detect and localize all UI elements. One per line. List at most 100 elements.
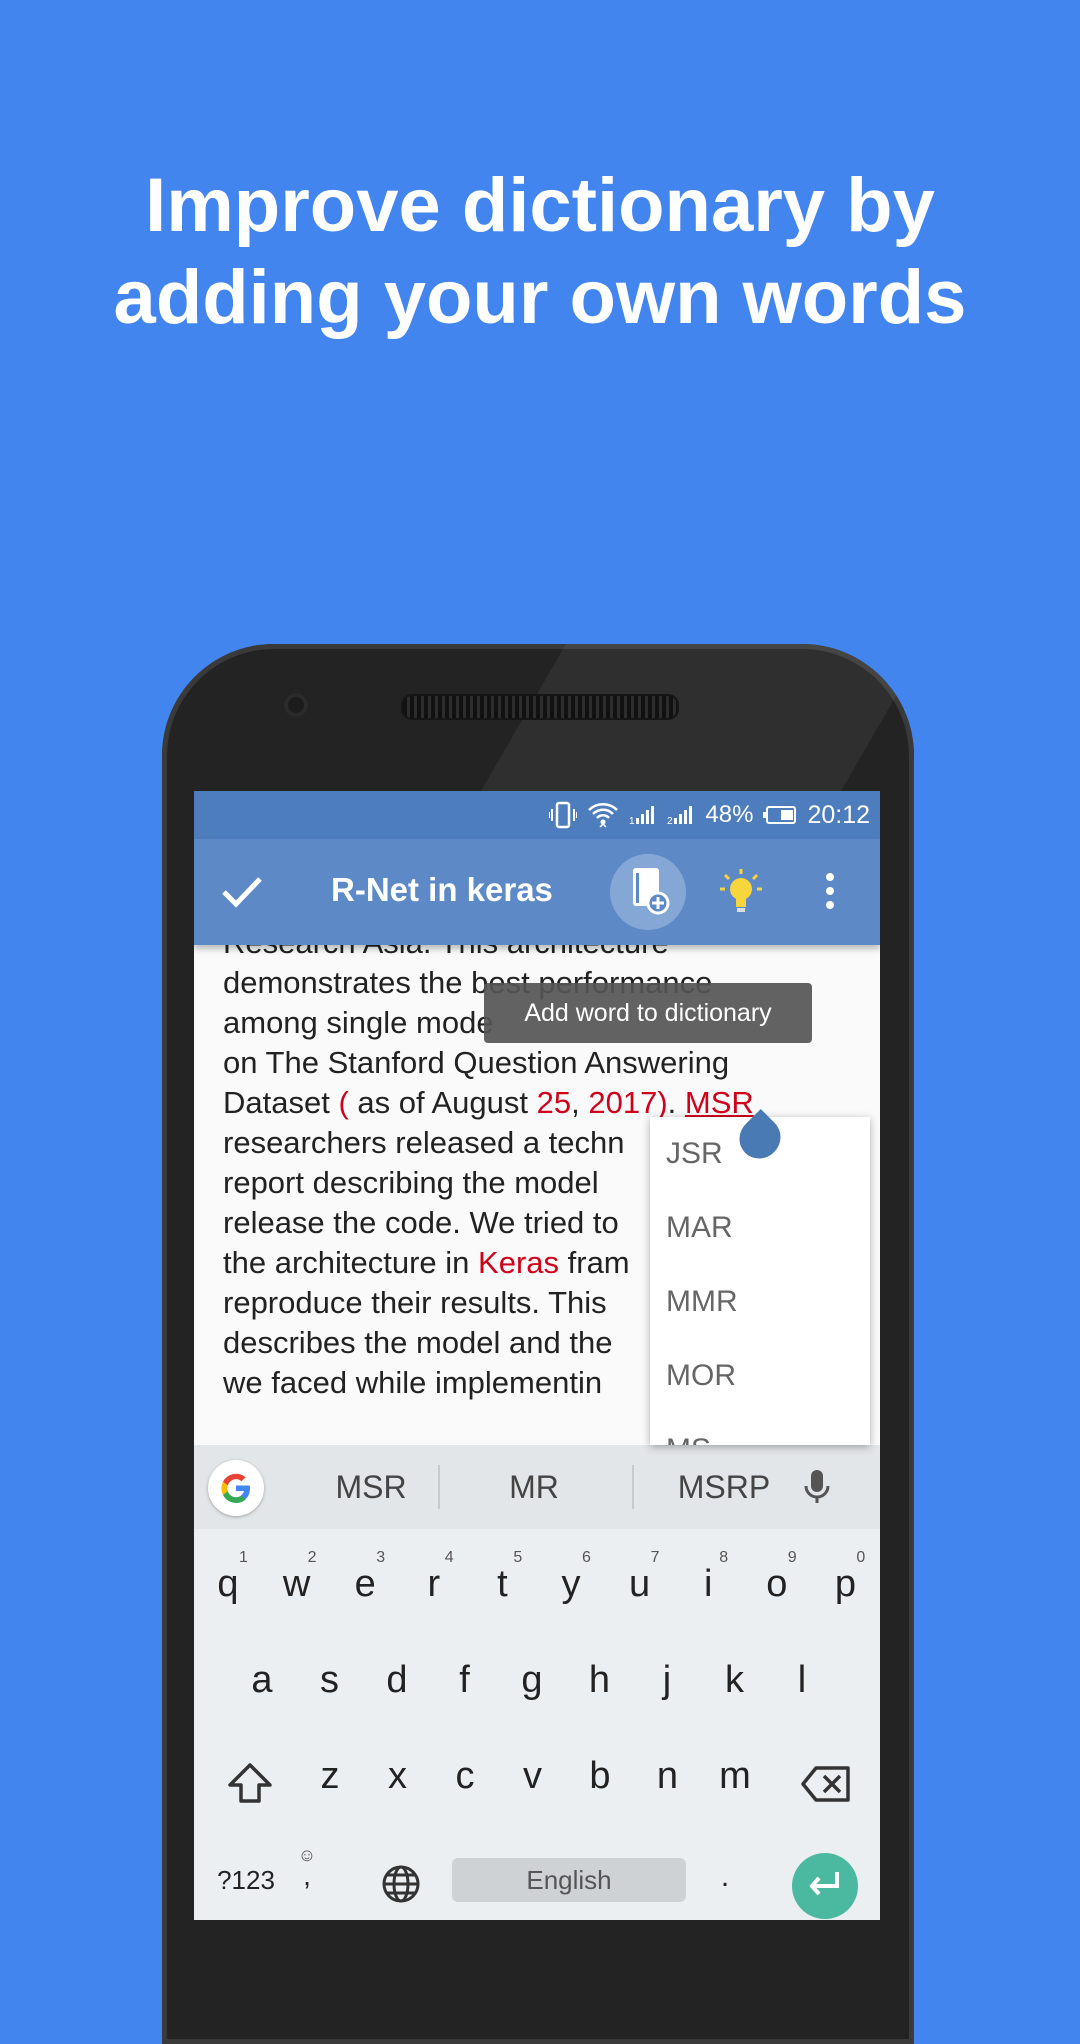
key-hint: 0 (856, 1549, 866, 1566)
keyboard-suggestion-bar: MSR MR MSRP (194, 1445, 880, 1529)
key-hint: 1 (239, 1549, 248, 1566)
key-m[interactable]: m (705, 1755, 765, 1798)
key-v[interactable]: v (503, 1755, 563, 1798)
headline-line-1: Improve dictionary by (145, 163, 935, 248)
key-hint: 9 (787, 1549, 797, 1566)
key-hint: 6 (582, 1549, 591, 1566)
key-f[interactable]: f (435, 1659, 495, 1702)
keyboard-suggestion[interactable]: MR (444, 1445, 624, 1529)
text-segment: among single mode (223, 1005, 494, 1040)
period-key[interactable]: . (710, 1860, 740, 1894)
text-segment: reproduce their results. This (223, 1285, 607, 1320)
headline-line-2: adding your own words (113, 255, 967, 340)
selected-misspelled-word: MSR (684, 1085, 754, 1120)
text-segment: report describing the model (223, 1165, 599, 1200)
text-segment: researchers released a techn (223, 1125, 625, 1160)
text-segment: release the code. We tried to (223, 1205, 619, 1240)
tooltip: Add word to dictionary (484, 983, 812, 1043)
battery-icon (763, 805, 797, 825)
promo-headline: Improve dictionary by adding your own wo… (0, 160, 1080, 344)
svg-text:1: 1 (629, 816, 635, 826)
key-p[interactable]: p (815, 1563, 875, 1606)
signal-1-icon: 1 (629, 804, 657, 826)
misspelled-word: ) (657, 1085, 668, 1120)
key-d[interactable]: d (367, 1659, 427, 1702)
key-c[interactable]: c (435, 1755, 495, 1798)
key-b[interactable]: b (570, 1755, 630, 1798)
enter-icon (807, 1870, 843, 1903)
key-hint: 3 (376, 1549, 386, 1566)
microphone-icon[interactable] (802, 1467, 832, 1512)
text-segment: . (667, 1085, 685, 1120)
misspelled-word: 2017 (588, 1085, 658, 1120)
key-t[interactable]: t (472, 1563, 532, 1606)
key-r[interactable]: r (404, 1563, 464, 1606)
symbols-key[interactable]: ?123 (206, 1865, 286, 1896)
phone-screen: 1 2 48% 20:12 R-Net in keras demonstrate… (194, 791, 880, 1920)
key-hint: 7 (650, 1549, 660, 1566)
shift-icon[interactable] (226, 1761, 274, 1810)
suggestion-divider (438, 1465, 440, 1509)
key-q[interactable]: q (198, 1563, 258, 1606)
text-segment: fram (559, 1245, 630, 1280)
key-w[interactable]: w (267, 1563, 327, 1606)
text-segment: on The Stanford Question Answering (223, 1045, 730, 1080)
status-bar: 1 2 48% 20:12 (194, 791, 880, 839)
key-h[interactable]: h (570, 1659, 630, 1702)
misspelled-word: Keras (478, 1245, 560, 1280)
key-a[interactable]: a (232, 1659, 292, 1702)
keyboard: MSR MR MSRP q1 w2 e3 r4 t5 y6 u7 i8 o9 p0 asdfghjk… (194, 1445, 880, 1920)
check-icon[interactable] (218, 867, 266, 920)
spell-suggestion[interactable]: MOR (650, 1339, 870, 1413)
key-o[interactable]: o (747, 1563, 807, 1606)
key-n[interactable]: n (638, 1755, 698, 1798)
add-to-dictionary-icon (625, 865, 671, 920)
text-segment: the architecture in (223, 1245, 479, 1280)
keyboard-suggestion[interactable]: MSRP (634, 1445, 814, 1529)
globe-icon[interactable] (380, 1863, 422, 1910)
key-x[interactable]: x (368, 1755, 428, 1798)
misspelled-word: ( (338, 1085, 349, 1120)
add-to-dictionary-button[interactable] (610, 854, 686, 930)
misspelled-word: 25 (536, 1085, 572, 1120)
vibrate-icon (549, 800, 578, 830)
key-hint: 4 (444, 1549, 454, 1566)
earpiece-speaker (401, 694, 679, 720)
space-key[interactable]: English (452, 1858, 686, 1902)
text-segment: describes the model and the (223, 1325, 613, 1360)
battery-percent: 48% (705, 801, 754, 828)
key-i[interactable]: i (678, 1563, 738, 1606)
key-l[interactable]: l (772, 1659, 832, 1702)
key-j[interactable]: j (637, 1659, 697, 1702)
text-segment: Dataset (223, 1085, 339, 1120)
backspace-icon[interactable] (800, 1765, 852, 1808)
front-camera (284, 693, 308, 717)
key-u[interactable]: u (610, 1563, 670, 1606)
text-line: on The Stanford Question Answering (223, 1043, 863, 1083)
spell-suggestion[interactable]: MMR (650, 1265, 870, 1339)
page-title: R-Net in keras (331, 871, 553, 908)
key-s[interactable]: s (300, 1659, 360, 1702)
text-segment: , (571, 1085, 589, 1120)
svg-text:2: 2 (667, 816, 673, 826)
more-vert-icon[interactable] (824, 871, 836, 916)
wifi-icon (587, 800, 619, 830)
app-bar: R-Net in keras (194, 839, 880, 945)
enter-key[interactable] (792, 1853, 858, 1919)
signal-2-icon: 2 (667, 804, 695, 826)
emoji-hint: ☺ (297, 1845, 317, 1865)
spell-suggestion[interactable]: MS (650, 1413, 870, 1445)
key-hint: 2 (307, 1549, 317, 1566)
key-y[interactable]: y (541, 1563, 601, 1606)
lightbulb-icon[interactable] (719, 867, 763, 922)
text-segment: we faced while implementin (223, 1365, 603, 1400)
key-k[interactable]: k (705, 1659, 765, 1702)
key-hint: 5 (513, 1549, 523, 1566)
text-segment: as of August (348, 1085, 537, 1120)
key-z[interactable]: z (300, 1755, 360, 1798)
google-icon[interactable] (208, 1460, 264, 1516)
spell-suggestion[interactable]: MAR (650, 1191, 870, 1265)
key-g[interactable]: g (502, 1659, 562, 1702)
spell-suggestions-popup: JSR MAR MMR MOR MS (650, 1117, 870, 1445)
key-e[interactable]: e (335, 1563, 395, 1606)
